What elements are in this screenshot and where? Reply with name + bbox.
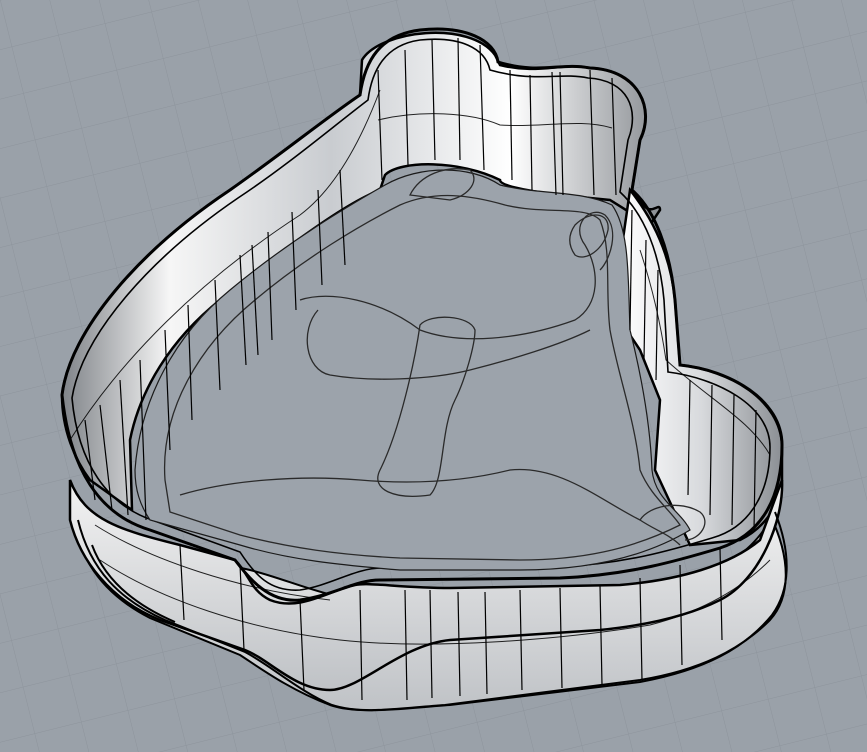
rhino-viewport[interactable] — [0, 0, 867, 752]
viewport-canvas[interactable] — [0, 0, 867, 752]
